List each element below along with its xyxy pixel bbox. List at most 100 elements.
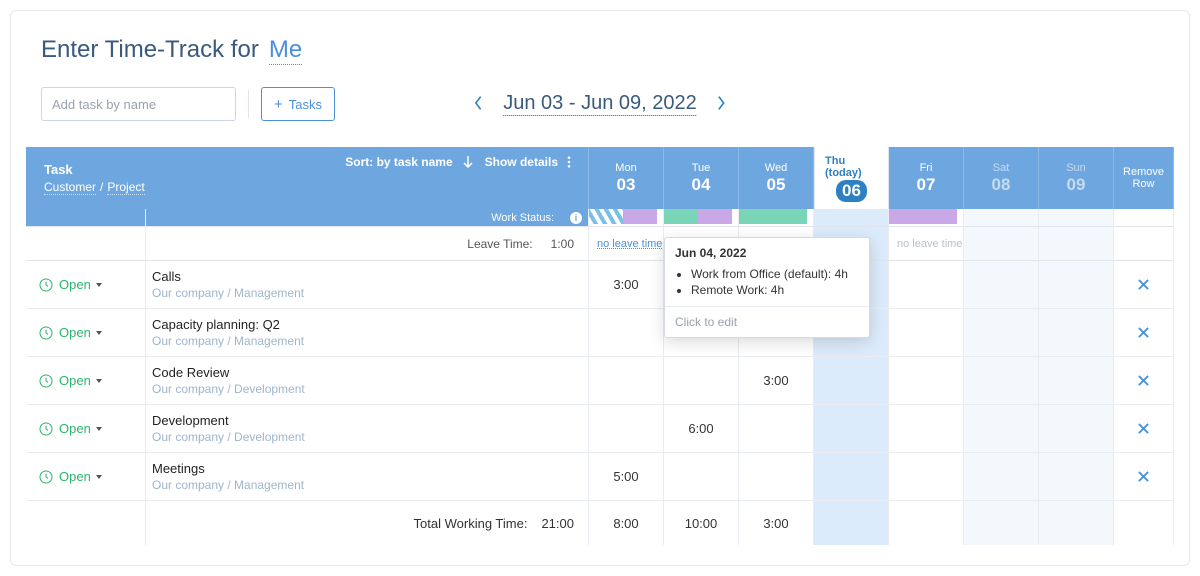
day-header[interactable]: Sun09 — [1039, 147, 1114, 209]
time-cell[interactable] — [664, 357, 739, 405]
show-details-button[interactable]: Show details — [485, 155, 574, 169]
time-cell[interactable] — [964, 309, 1039, 357]
time-cell[interactable] — [814, 405, 889, 453]
tooltip-footer[interactable]: Click to edit — [665, 306, 869, 337]
work-status-label: Work Status:i — [146, 209, 589, 227]
work-status-cell[interactable] — [1039, 209, 1114, 227]
add-task-search[interactable] — [41, 87, 236, 121]
time-cell[interactable] — [964, 453, 1039, 501]
tooltip-item: Remote Work: 4h — [691, 282, 859, 298]
clock-icon — [38, 373, 54, 389]
remove-row-button[interactable] — [1114, 357, 1174, 405]
task-name-cell[interactable]: Capacity planning: Q2Our company / Manag… — [146, 309, 589, 357]
total-label: Total Working Time:21:00 — [146, 501, 589, 545]
leave-time-cell — [964, 227, 1039, 261]
arrow-down-icon — [463, 156, 473, 168]
time-cell[interactable] — [889, 453, 964, 501]
caret-down-icon — [96, 331, 102, 335]
remove-row-button[interactable] — [1114, 309, 1174, 357]
tooltip-item: Work from Office (default): 4h — [691, 266, 859, 282]
time-cell[interactable] — [739, 405, 814, 453]
time-cell[interactable] — [1039, 453, 1114, 501]
day-total — [1039, 501, 1114, 545]
day-header[interactable]: Sat08 — [964, 147, 1039, 209]
close-icon — [1138, 471, 1149, 482]
work-status-cell[interactable] — [664, 209, 739, 227]
time-cell[interactable] — [964, 405, 1039, 453]
work-status-tooltip[interactable]: Jun 04, 2022 Work from Office (default):… — [664, 237, 870, 338]
time-cell[interactable]: 6:00 — [664, 405, 739, 453]
user-selector[interactable]: Me — [269, 36, 302, 65]
info-icon[interactable]: i — [570, 212, 582, 224]
time-cell[interactable]: 5:00 — [589, 453, 664, 501]
clock-icon — [38, 421, 54, 437]
prev-week-button[interactable] — [469, 91, 487, 118]
work-status-cell[interactable] — [814, 209, 889, 227]
task-name-cell[interactable]: CallsOur company / Management — [146, 261, 589, 309]
remove-row-button[interactable] — [1114, 405, 1174, 453]
next-week-button[interactable] — [713, 91, 731, 118]
caret-down-icon — [96, 475, 102, 479]
time-cell[interactable] — [739, 453, 814, 501]
clock-icon — [38, 469, 54, 485]
caret-down-icon — [96, 283, 102, 287]
chevron-right-icon — [717, 95, 727, 111]
add-tasks-button[interactable]: + Tasks — [261, 87, 335, 121]
time-cell[interactable] — [889, 405, 964, 453]
time-cell[interactable] — [589, 357, 664, 405]
date-range-picker[interactable]: Jun 03 - Jun 09, 2022 — [503, 92, 696, 116]
day-header[interactable]: Fri07 — [889, 147, 964, 209]
task-name-cell[interactable]: MeetingsOur company / Management — [146, 453, 589, 501]
work-status-cell[interactable] — [889, 209, 964, 227]
day-header[interactable]: Wed05 — [739, 147, 814, 209]
time-cell[interactable] — [1039, 357, 1114, 405]
task-status[interactable]: Open — [26, 453, 146, 501]
time-cell[interactable] — [1039, 309, 1114, 357]
time-cell[interactable] — [664, 453, 739, 501]
day-total: 3:00 — [739, 501, 814, 545]
remove-row-button[interactable] — [1114, 261, 1174, 309]
work-status-cell[interactable] — [964, 209, 1039, 227]
remove-row-header: RemoveRow — [1114, 147, 1174, 209]
kebab-icon — [564, 156, 574, 168]
day-header[interactable]: Mon03 — [589, 147, 664, 209]
day-header[interactable]: Thu (today)06 — [814, 147, 889, 209]
time-cell[interactable] — [889, 261, 964, 309]
day-total: 8:00 — [589, 501, 664, 545]
time-cell[interactable] — [1039, 261, 1114, 309]
time-cell[interactable] — [814, 357, 889, 405]
time-cell[interactable] — [889, 357, 964, 405]
time-cell[interactable] — [889, 309, 964, 357]
time-cell[interactable] — [964, 261, 1039, 309]
work-status-cell[interactable] — [739, 209, 814, 227]
sort-button[interactable]: Sort: by task name — [345, 155, 472, 169]
task-status[interactable]: Open — [26, 309, 146, 357]
day-total — [964, 501, 1039, 545]
close-icon — [1138, 423, 1149, 434]
task-name-cell[interactable]: Code ReviewOur company / Development — [146, 357, 589, 405]
day-total: 10:00 — [664, 501, 739, 545]
time-cell[interactable] — [1039, 405, 1114, 453]
project-filter[interactable]: Project — [107, 180, 144, 195]
add-task-input[interactable] — [52, 88, 228, 120]
remove-row-button[interactable] — [1114, 453, 1174, 501]
day-header[interactable]: Tue04 — [664, 147, 739, 209]
time-cell[interactable]: 3:00 — [739, 357, 814, 405]
task-header: Task Customer/Project — [26, 147, 146, 209]
task-name-cell[interactable]: DevelopmentOur company / Development — [146, 405, 589, 453]
task-status[interactable]: Open — [26, 405, 146, 453]
time-cell[interactable] — [964, 357, 1039, 405]
task-status[interactable]: Open — [26, 357, 146, 405]
caret-down-icon — [96, 379, 102, 383]
time-cell[interactable] — [589, 309, 664, 357]
time-cell[interactable] — [814, 453, 889, 501]
day-total — [889, 501, 964, 545]
time-cell[interactable] — [589, 405, 664, 453]
time-cell[interactable]: 3:00 — [589, 261, 664, 309]
chevron-left-icon — [473, 95, 483, 111]
work-status-cell[interactable] — [589, 209, 664, 227]
task-status[interactable]: Open — [26, 261, 146, 309]
leave-time-cell[interactable]: no leave time — [889, 227, 964, 261]
customer-filter[interactable]: Customer — [44, 180, 96, 195]
leave-time-cell[interactable]: no leave time — [589, 227, 664, 261]
